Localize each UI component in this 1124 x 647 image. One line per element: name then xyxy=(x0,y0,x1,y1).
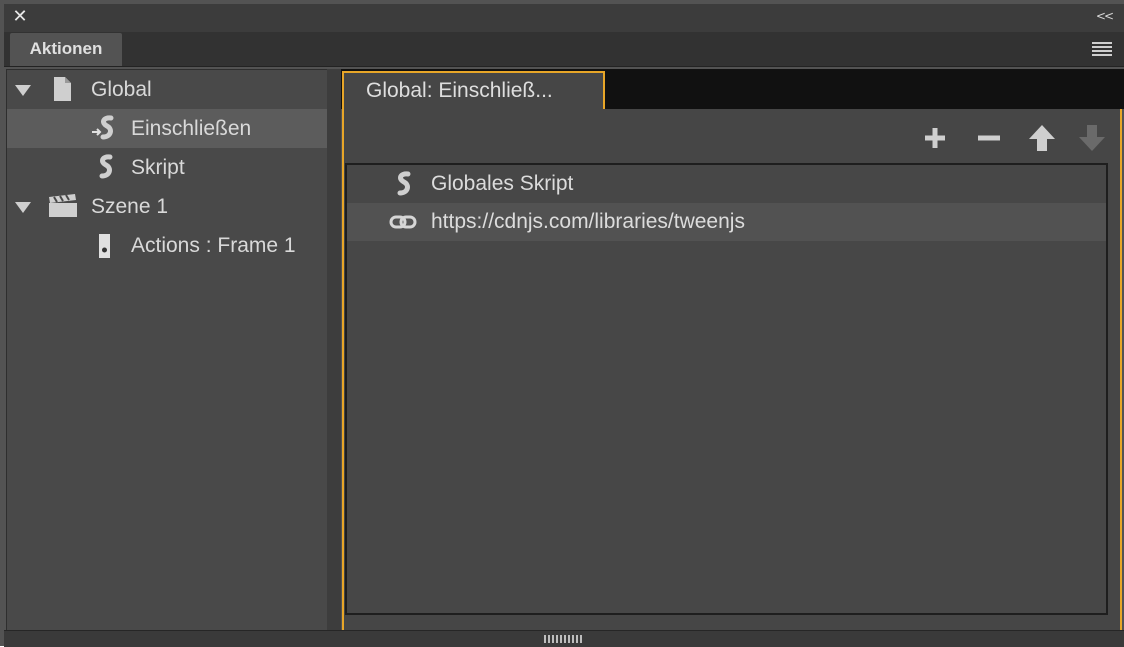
minus-icon[interactable] xyxy=(974,124,1004,152)
script-icon xyxy=(389,171,415,197)
tree-item-skript[interactable]: Skript xyxy=(7,148,327,187)
tree-item-label: Actions : Frame 1 xyxy=(131,234,296,257)
panel-menu-icon[interactable] xyxy=(1092,42,1112,56)
expand-triangle-icon[interactable] xyxy=(15,202,31,213)
list-item[interactable]: https://cdnjs.com/libraries/tweenjs xyxy=(347,203,1106,241)
pane-splitter[interactable] xyxy=(327,69,341,630)
actions-panel: ✕ << Aktionen Global Einschließen Skript xyxy=(0,0,1124,647)
frame-icon xyxy=(95,232,121,258)
tree-item-label: Skript xyxy=(131,156,185,179)
link-icon xyxy=(389,209,417,235)
arrow-down-icon[interactable] xyxy=(1077,124,1107,152)
close-icon[interactable]: ✕ xyxy=(12,7,28,27)
script-icon xyxy=(91,154,117,180)
tab-aktionen[interactable]: Aktionen xyxy=(10,33,122,66)
tab-global-einschliessen[interactable]: Global: Einschließ... xyxy=(342,71,605,110)
list-item[interactable]: Globales Skript xyxy=(347,165,1106,203)
actions-tree: Global Einschließen Skript Szene 1 Actio… xyxy=(6,69,328,630)
panel-title-bar: ✕ << xyxy=(4,4,1124,32)
plus-icon[interactable] xyxy=(920,124,950,152)
tree-item-global[interactable]: Global xyxy=(7,70,327,109)
collapse-panel-button[interactable]: << xyxy=(1096,9,1114,23)
tree-item-label: Global xyxy=(91,78,152,101)
document-icon xyxy=(49,76,75,102)
clapperboard-icon xyxy=(47,193,77,219)
include-script-icon xyxy=(91,115,117,141)
tree-item-szene-1[interactable]: Szene 1 xyxy=(7,187,327,226)
resize-grip-icon[interactable] xyxy=(544,635,584,643)
panel-bottom-bar xyxy=(4,630,1124,647)
list-item-label: https://cdnjs.com/libraries/tweenjs xyxy=(431,210,745,233)
tree-item-actions-frame-1[interactable]: Actions : Frame 1 xyxy=(7,226,327,265)
include-list: Globales Skript https://cdnjs.com/librar… xyxy=(345,163,1108,615)
tree-item-einschliessen[interactable]: Einschließen xyxy=(7,109,327,148)
tree-item-label: Einschließen xyxy=(131,117,252,140)
arrow-up-icon[interactable] xyxy=(1027,124,1057,152)
tree-item-label: Szene 1 xyxy=(91,195,169,218)
list-item-label: Globales Skript xyxy=(431,172,574,195)
panel-tab-bar: Aktionen xyxy=(4,32,1124,67)
expand-triangle-icon[interactable] xyxy=(15,85,31,96)
